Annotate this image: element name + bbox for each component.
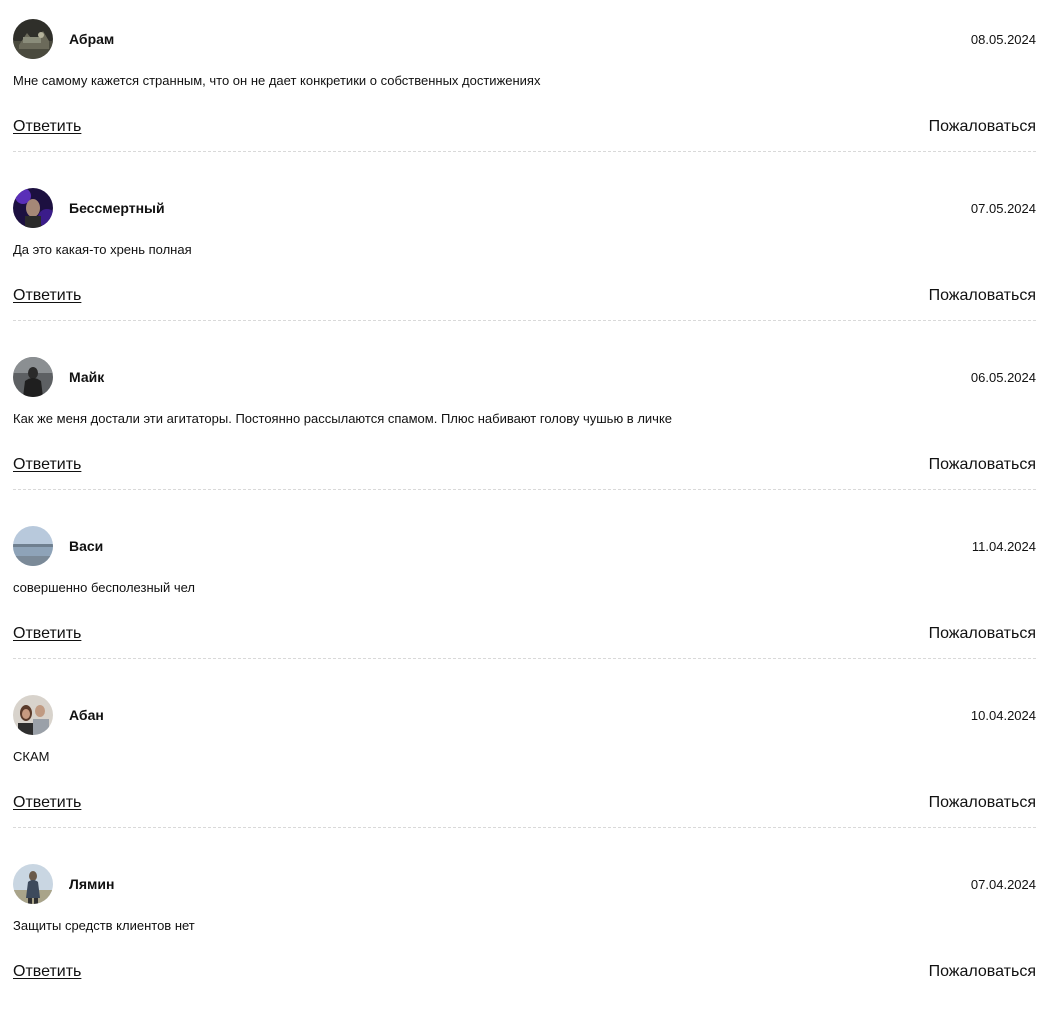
comment-header: Абан 10.04.2024 bbox=[13, 695, 1036, 735]
comment-author: Васи bbox=[69, 538, 104, 554]
avatar[interactable] bbox=[13, 188, 53, 228]
avatar[interactable] bbox=[13, 19, 53, 59]
comment-text: СКАМ bbox=[13, 749, 50, 764]
report-link[interactable]: Пожаловаться bbox=[929, 455, 1036, 475]
comment-item: Абан 10.04.2024 СКАМ Ответить Пожаловать… bbox=[13, 695, 1036, 864]
reply-link[interactable]: Ответить bbox=[13, 286, 81, 306]
comment-item: Абрам 08.05.2024 Мне самому кажется стра… bbox=[13, 19, 1036, 188]
comment-date: 08.05.2024 bbox=[970, 32, 1036, 47]
comment-text: Как же меня достали эти агитаторы. Посто… bbox=[13, 411, 673, 426]
comment-date: 06.05.2024 bbox=[970, 370, 1036, 385]
avatar[interactable] bbox=[13, 357, 53, 397]
comment-text: совершенно бесполезный чел bbox=[13, 580, 196, 595]
comment-divider bbox=[13, 320, 1036, 321]
comment-author: Бессмертный bbox=[69, 200, 165, 216]
comment-header: Абрам 08.05.2024 bbox=[13, 19, 1036, 59]
comment-item: Майк 06.05.2024 Как же меня достали эти … bbox=[13, 357, 1036, 526]
comment-author: Абрам bbox=[69, 31, 115, 47]
comment-header: Лямин 07.04.2024 bbox=[13, 864, 1036, 904]
comment-header: Бессмертный 07.05.2024 bbox=[13, 188, 1036, 228]
comment-date: 11.04.2024 bbox=[971, 539, 1036, 554]
reply-link[interactable]: Ответить bbox=[13, 117, 81, 137]
comment-header: Васи 11.04.2024 bbox=[13, 526, 1036, 566]
comment-item: Бессмертный 07.05.2024 Да это какая-то х… bbox=[13, 188, 1036, 357]
comment-divider bbox=[13, 489, 1036, 490]
avatar[interactable] bbox=[13, 695, 53, 735]
comment-text: Да это какая-то хрень полная bbox=[13, 242, 192, 257]
comment-author: Лямин bbox=[69, 876, 115, 892]
report-link[interactable]: Пожаловаться bbox=[929, 286, 1036, 306]
reply-link[interactable]: Ответить bbox=[13, 624, 81, 644]
avatar[interactable] bbox=[13, 864, 53, 904]
reply-link[interactable]: Ответить bbox=[13, 455, 81, 475]
report-link[interactable]: Пожаловаться bbox=[929, 624, 1036, 644]
comment-text: Мне самому кажется странным, что он не д… bbox=[13, 73, 541, 88]
comment-text: Защиты средств клиентов нет bbox=[13, 918, 195, 933]
reply-link[interactable]: Ответить bbox=[13, 793, 81, 813]
comment-date: 07.05.2024 bbox=[970, 201, 1036, 216]
comment-item: Васи 11.04.2024 совершенно бесполезный ч… bbox=[13, 526, 1036, 695]
comment-divider bbox=[13, 151, 1036, 152]
comment-divider bbox=[13, 658, 1036, 659]
comment-item: Лямин 07.04.2024 Защиты средств клиентов… bbox=[13, 864, 1036, 1033]
report-link[interactable]: Пожаловаться bbox=[929, 793, 1036, 813]
reply-link[interactable]: Ответить bbox=[13, 962, 81, 982]
comment-author: Абан bbox=[69, 707, 104, 723]
comment-date: 07.04.2024 bbox=[970, 877, 1036, 892]
report-link[interactable]: Пожаловаться bbox=[929, 962, 1036, 982]
comments-list: Абрам 08.05.2024 Мне самому кажется стра… bbox=[0, 0, 1048, 992]
comment-header: Майк 06.05.2024 bbox=[13, 357, 1036, 397]
avatar[interactable] bbox=[13, 526, 53, 566]
comment-author: Майк bbox=[69, 369, 105, 385]
comment-date: 10.04.2024 bbox=[970, 708, 1036, 723]
report-link[interactable]: Пожаловаться bbox=[929, 117, 1036, 137]
comment-divider bbox=[13, 827, 1036, 828]
